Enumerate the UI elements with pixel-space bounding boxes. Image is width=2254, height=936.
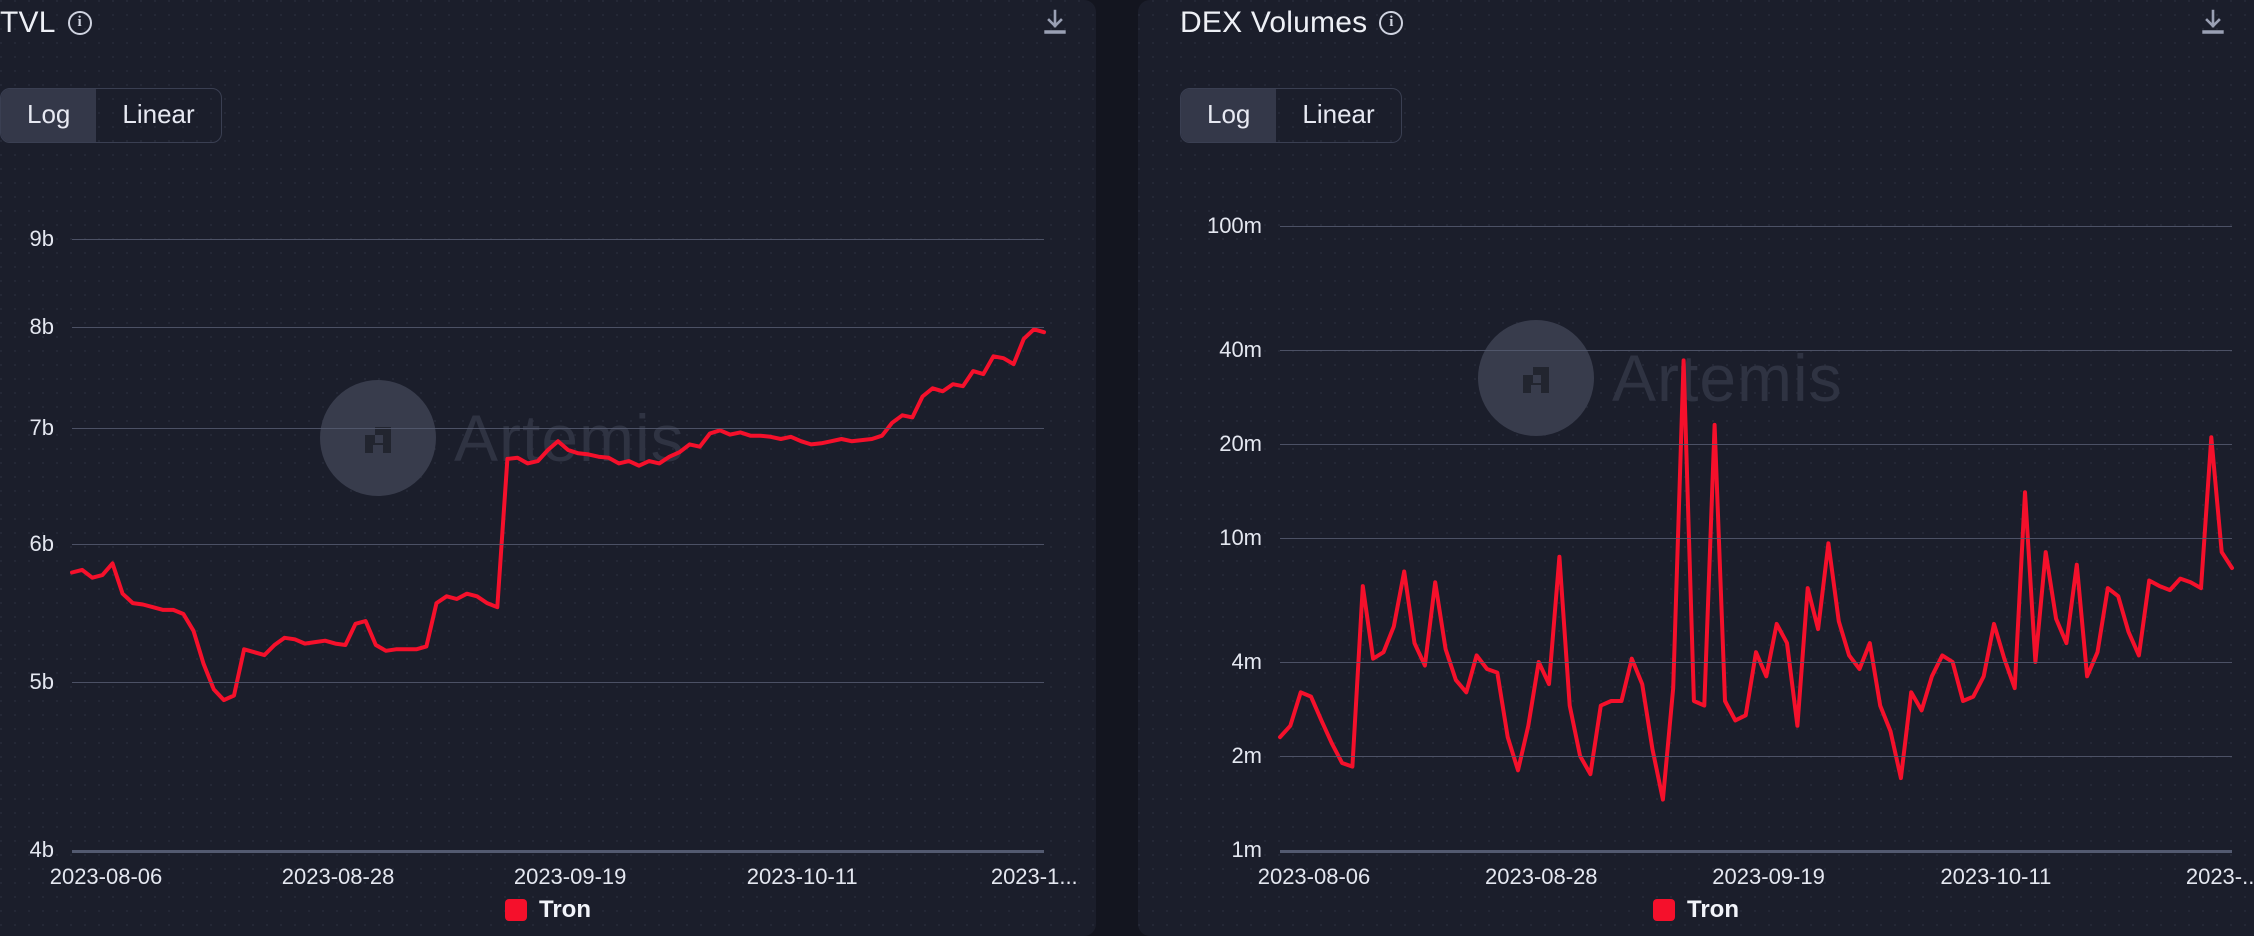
legend-swatch-tron [1653, 899, 1675, 921]
gridline [72, 850, 1044, 853]
gridline [72, 544, 1044, 545]
series-line-tron-dex [1138, 190, 2254, 850]
y-axis-tick-label: 4m [1138, 649, 1262, 675]
y-axis-tick-label: 5b [0, 669, 54, 695]
title-wrap-tvl: TVL i [0, 6, 92, 40]
gridline [1280, 226, 2232, 227]
gridline [1280, 850, 2232, 853]
y-axis-tick-label: 7b [0, 415, 54, 441]
legend-label-tron: Tron [539, 896, 591, 924]
y-axis-tick-label: 40m [1138, 337, 1262, 363]
charts-dashboard: TVL i Log Linear Artemis [0, 0, 2254, 936]
gridline [1280, 444, 2232, 445]
title-wrap-dex: DEX Volumes i [1180, 6, 1403, 40]
panel-header-dex: DEX Volumes i [1138, 0, 2254, 46]
x-axis-labels-tvl: 2023-08-06 2023-08-28 2023-09-19 2023-10-11… [0, 864, 1096, 894]
x-axis-tick-label: 2023-08-06 [1258, 864, 1371, 890]
page-title: TVL [0, 6, 56, 40]
x-axis-tick-label: 2023-10-11 [747, 864, 858, 890]
gridline [1280, 538, 2232, 539]
panel-tvl: TVL i Log Linear Artemis [0, 0, 1096, 936]
y-axis-tick-label: 4b [0, 837, 54, 863]
x-axis-tick-label: 2023-08-28 [282, 864, 395, 890]
download-icon[interactable] [2200, 9, 2226, 37]
series-line-tron-tvl [0, 190, 1096, 850]
scale-option-linear[interactable]: Linear [96, 89, 220, 142]
gridline [1280, 662, 2232, 663]
scale-option-linear[interactable]: Linear [1276, 89, 1400, 142]
panel-dex-volumes: DEX Volumes i Log Linear Arte [1138, 0, 2254, 936]
legend-label-tron: Tron [1687, 896, 1739, 924]
gridline [72, 682, 1044, 683]
legend-tvl: Tron [0, 896, 1096, 924]
x-axis-tick-label: 2023-... [2186, 864, 2254, 890]
y-axis-tick-label: 2m [1138, 743, 1262, 769]
gridline [72, 428, 1044, 429]
x-axis-tick-label: 2023-10-11 [1940, 864, 2051, 890]
y-axis-tick-label: 6b [0, 531, 54, 557]
y-axis-tick-label: 8b [0, 314, 54, 340]
scale-option-log[interactable]: Log [1181, 89, 1276, 142]
y-axis-tick-label: 10m [1138, 525, 1262, 551]
page-title-dex: DEX Volumes [1180, 6, 1367, 40]
x-axis-tick-label: 2023-09-19 [1712, 864, 1825, 890]
scale-toggle-tvl[interactable]: Log Linear [0, 88, 222, 143]
plot-area-dex: Artemis 100m40m20m10m4m2m1m 2023-08-0620… [1138, 190, 2254, 850]
x-axis-tick-label: 2023-09-19 [514, 864, 627, 890]
panel-divider [1096, 0, 1138, 936]
gridline [1280, 350, 2232, 351]
panel-header-tvl: TVL i [0, 0, 1096, 46]
gridline [1280, 756, 2232, 757]
download-icon[interactable] [1042, 9, 1068, 37]
x-axis-labels-dex: 2023-08-06 2023-08-28 2023-09-19 2023-10-11… [1138, 864, 2254, 894]
scale-toggle-dex[interactable]: Log Linear [1180, 88, 1402, 143]
x-axis-tick-label: 2023-1... [991, 864, 1078, 890]
info-icon[interactable]: i [68, 11, 92, 35]
y-axis-tick-label: 100m [1138, 213, 1262, 239]
legend-swatch-tron [505, 899, 527, 921]
y-axis-tick-label: 1m [1138, 837, 1262, 863]
plot-area-tvl: Artemis 9b8b7b6b5b4b 2023-08-062023-08-2… [0, 190, 1096, 850]
scale-option-log[interactable]: Log [1, 89, 96, 142]
gridline [72, 327, 1044, 328]
x-axis-tick-label: 2023-08-06 [50, 864, 163, 890]
gridline [72, 239, 1044, 240]
info-icon[interactable]: i [1379, 11, 1403, 35]
legend-dex: Tron [1138, 896, 2254, 924]
x-axis-tick-label: 2023-08-28 [1485, 864, 1598, 890]
y-axis-tick-label: 9b [0, 226, 54, 252]
y-axis-tick-label: 20m [1138, 431, 1262, 457]
